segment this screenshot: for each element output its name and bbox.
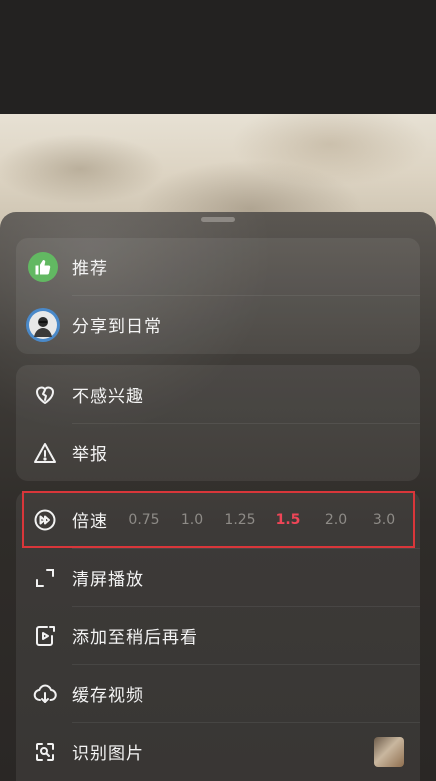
menu-item-label: 不感兴趣 — [72, 387, 144, 407]
menu-item-clear-screen[interactable]: 清屏播放 — [16, 549, 420, 606]
menu-item-label: 添加至稍后再看 — [72, 628, 198, 648]
menu-item-label: 识别图片 — [72, 744, 144, 764]
drag-handle[interactable] — [201, 217, 235, 222]
menu-item-label: 缓存视频 — [72, 686, 144, 706]
feedback-card: 不感兴趣 举报 — [16, 365, 420, 481]
menu-item-label: 清屏播放 — [72, 570, 144, 590]
share-card: 推荐 分享到日常 — [16, 238, 420, 354]
broken-heart-icon — [32, 382, 58, 408]
menu-item-label: 分享到日常 — [72, 317, 162, 337]
menu-item-recognize-image[interactable]: 识别图片 — [16, 723, 420, 780]
menu-item-label: 举报 — [72, 445, 108, 465]
cloud-download-icon — [32, 681, 58, 707]
image-thumbnail[interactable] — [374, 736, 404, 767]
fullscreen-corners-icon — [32, 565, 58, 591]
speed-highlight-box — [22, 491, 415, 548]
menu-item-not-interested[interactable]: 不感兴趣 — [16, 366, 420, 423]
menu-item-label: 推荐 — [72, 259, 108, 279]
warning-icon — [32, 440, 58, 466]
video-area-top[interactable] — [0, 0, 436, 115]
menu-item-cache[interactable]: 缓存视频 — [16, 665, 420, 722]
menu-item-share[interactable]: 分享到日常 — [16, 296, 420, 353]
avatar — [26, 307, 60, 342]
menu-item-watch-later[interactable]: 添加至稍后再看 — [16, 607, 420, 664]
scan-image-icon — [32, 739, 58, 765]
thumbs-up-icon — [28, 251, 58, 282]
menu-item-report[interactable]: 举报 — [16, 424, 420, 481]
menu-item-recommend[interactable]: 推荐 — [16, 238, 420, 295]
play-later-icon — [32, 623, 58, 649]
